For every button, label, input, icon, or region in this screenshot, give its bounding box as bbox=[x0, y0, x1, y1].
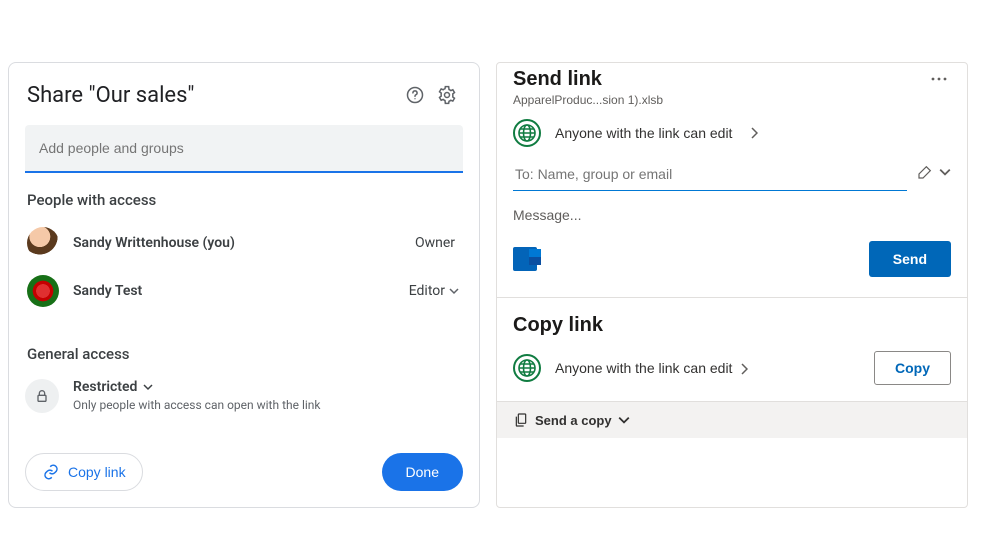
role-label: Editor bbox=[409, 283, 445, 299]
general-access-label: General access bbox=[27, 345, 463, 363]
chevron-down-icon bbox=[618, 414, 630, 426]
permission-chevron-icon[interactable] bbox=[939, 165, 951, 183]
message-input[interactable]: Message... bbox=[513, 207, 951, 223]
help-icon[interactable] bbox=[399, 79, 431, 111]
general-access-mode: Restricted bbox=[73, 379, 137, 395]
copy-link-button[interactable]: Copy link bbox=[25, 453, 143, 491]
people-section-label: People with access bbox=[27, 191, 463, 209]
chevron-right-icon bbox=[750, 127, 758, 139]
copy-pages-icon bbox=[513, 412, 529, 428]
general-access-row: Restricted Only people with access can o… bbox=[25, 373, 463, 419]
shared-filename: ApparelProduc...sion 1).xlsb bbox=[513, 93, 951, 107]
send-link-title: Send link bbox=[513, 68, 927, 91]
person-name: Sandy Writtenhouse (you) bbox=[73, 235, 415, 251]
gear-icon[interactable] bbox=[431, 79, 463, 111]
section-divider bbox=[497, 297, 967, 298]
copy-permission-text: Anyone with the link can edit bbox=[555, 360, 732, 376]
done-button[interactable]: Done bbox=[382, 453, 463, 491]
person-row: Sandy Writtenhouse (you) Owner bbox=[25, 219, 463, 267]
add-people-input[interactable] bbox=[25, 125, 463, 171]
copy-button[interactable]: Copy bbox=[874, 351, 951, 385]
lock-icon bbox=[25, 379, 59, 413]
link-icon bbox=[42, 463, 60, 481]
permission-text: Anyone with the link can edit bbox=[555, 125, 732, 141]
avatar bbox=[27, 275, 59, 307]
copy-link-label: Copy link bbox=[68, 464, 126, 480]
chevron-down-icon bbox=[143, 382, 153, 392]
general-access-text: Restricted Only people with access can o… bbox=[73, 379, 463, 412]
role-dropdown[interactable]: Editor bbox=[407, 279, 461, 303]
link-settings-button[interactable]: Anyone with the link can edit bbox=[513, 119, 951, 147]
edit-permission-icon[interactable] bbox=[917, 164, 933, 185]
general-access-description: Only people with access can open with th… bbox=[73, 398, 463, 412]
person-row: Sandy Test Editor bbox=[25, 267, 463, 315]
share-title: Share "Our sales" bbox=[25, 83, 399, 108]
copy-link-row: Anyone with the link can edit Copy bbox=[513, 351, 951, 385]
recipient-row bbox=[513, 157, 951, 191]
general-access-section: General access Restricted Only people wi… bbox=[25, 345, 463, 419]
recipient-input[interactable] bbox=[513, 157, 907, 191]
google-share-dialog: Share "Our sales" People with access bbox=[8, 62, 480, 508]
copy-permission-button[interactable]: Anyone with the link can edit bbox=[555, 360, 748, 376]
role-owner-label: Owner bbox=[415, 235, 455, 251]
google-header: Share "Our sales" bbox=[25, 79, 463, 111]
send-copy-label: Send a copy bbox=[535, 413, 612, 428]
globe-icon bbox=[513, 354, 541, 382]
more-options-icon[interactable] bbox=[927, 67, 951, 91]
globe-icon bbox=[513, 119, 541, 147]
avatar bbox=[27, 227, 59, 259]
send-copy-button[interactable]: Send a copy bbox=[497, 401, 967, 438]
chevron-down-icon bbox=[449, 286, 459, 296]
google-footer: Copy link Done bbox=[25, 453, 463, 491]
send-button[interactable]: Send bbox=[869, 241, 951, 277]
add-people-field-wrap bbox=[25, 125, 463, 173]
office-share-dialog: Send link ApparelProduc...sion 1).xlsb A… bbox=[496, 62, 968, 508]
office-header: Send link bbox=[513, 67, 951, 91]
general-access-mode-dropdown[interactable]: Restricted bbox=[73, 379, 463, 395]
person-name: Sandy Test bbox=[73, 283, 407, 299]
chevron-right-icon bbox=[740, 363, 748, 375]
outlook-icon[interactable] bbox=[513, 247, 537, 271]
copy-link-title: Copy link bbox=[513, 314, 951, 337]
